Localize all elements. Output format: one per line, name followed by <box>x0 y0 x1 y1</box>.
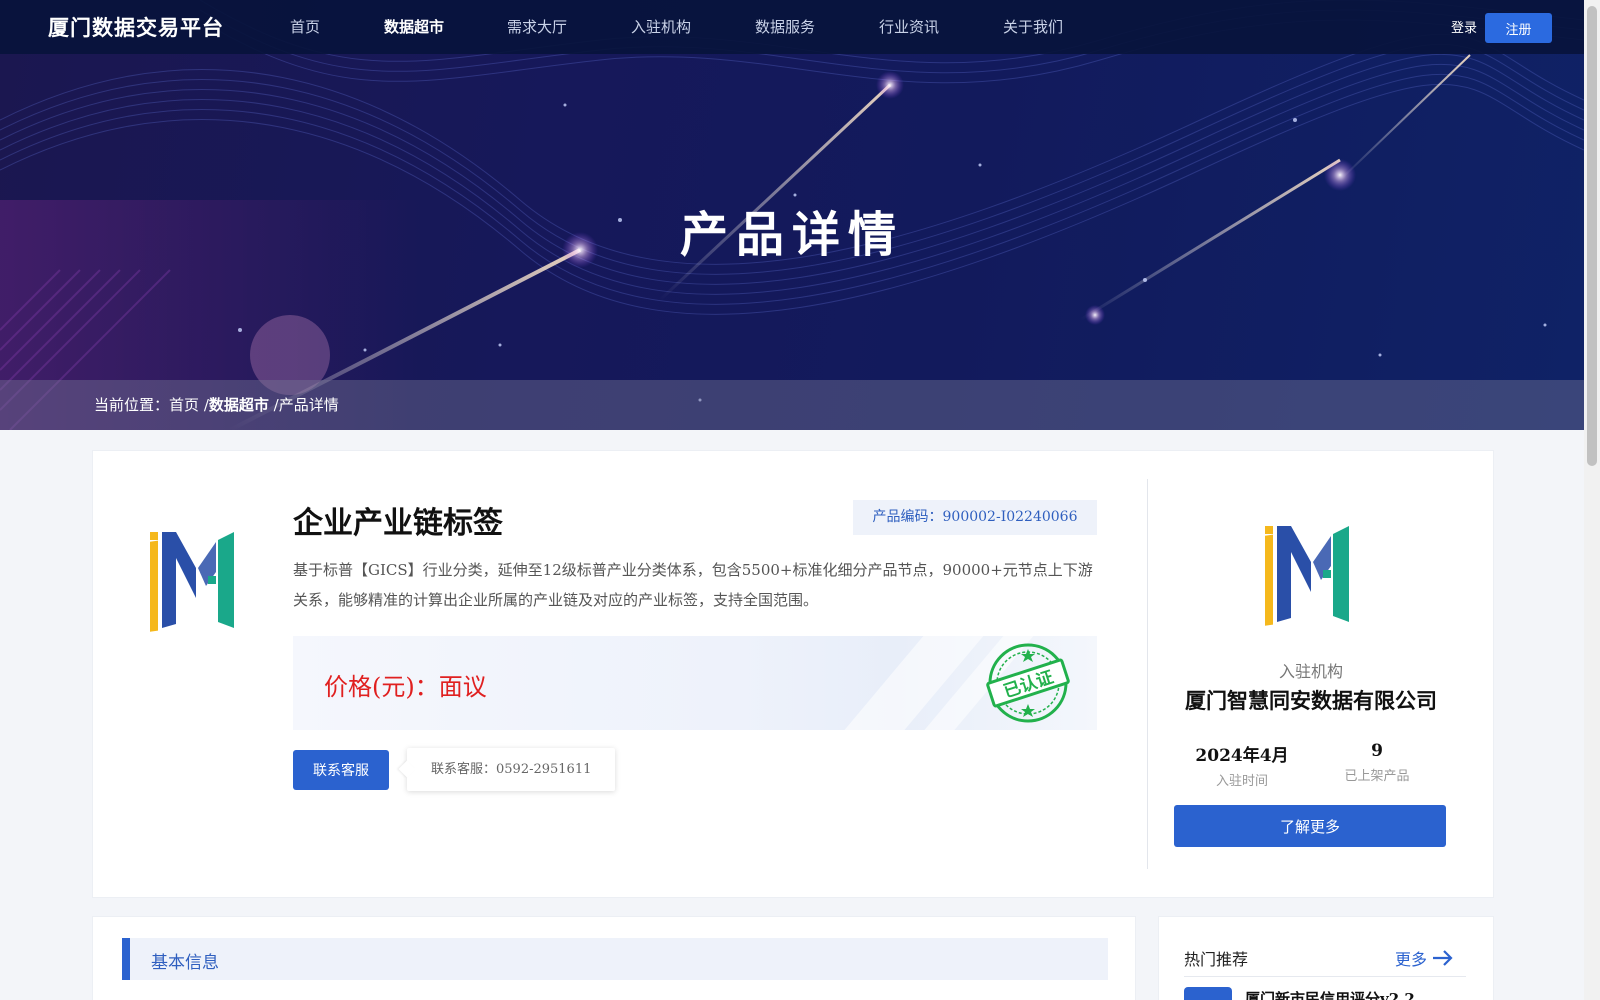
breadcrumb-section[interactable]: 数据超市 <box>209 396 269 414</box>
site-logo[interactable]: 厦门数据交易平台 <box>48 12 224 42</box>
nav-item-home[interactable]: 首页 <box>290 16 320 37</box>
nav-item-data-market[interactable]: 数据超市 <box>384 16 444 37</box>
hot-item-title[interactable]: 厦门新市民信用评分v2.2 <box>1245 988 1415 1000</box>
org-products-stat: 9 已上架产品 <box>1307 741 1447 784</box>
basic-info-title: 基本信息 <box>151 953 219 973</box>
join-date-value: 2024年4月 <box>1195 746 1289 766</box>
hot-more-link[interactable]: 更多 <box>1395 946 1427 970</box>
register-button[interactable]: 注册 <box>1485 13 1552 43</box>
contact-service-button[interactable]: 联系客服 <box>293 750 389 790</box>
banner-title: 产品详情 <box>679 207 904 263</box>
hot-divider <box>1184 976 1466 977</box>
products-count-label: 已上架产品 <box>1344 769 1410 784</box>
join-date-label: 入驻时间 <box>1215 774 1268 789</box>
page-scrollbar[interactable] <box>1584 0 1600 1000</box>
org-join-date-stat: 2024年4月 入驻时间 <box>1172 741 1312 789</box>
hero-banner: 产品详情 当前位置：首页 /数据超市 /产品详情 <box>0 0 1584 430</box>
learn-more-button[interactable]: 了解更多 <box>1174 805 1446 847</box>
products-count-value: 9 <box>1371 741 1383 761</box>
breadcrumb-home[interactable]: 首页 <box>169 396 199 414</box>
nav-item-about-us[interactable]: 关于我们 <box>1003 16 1063 37</box>
breadcrumb-bar: 当前位置：首页 /数据超市 /产品详情 <box>0 380 1584 430</box>
hot-item-thumbnail[interactable] <box>1184 987 1232 1000</box>
nav-item-institutions[interactable]: 入驻机构 <box>631 16 691 37</box>
hot-recommend-title: 热门推荐 <box>1184 950 1249 969</box>
top-navigation-bar: 厦门数据交易平台 首页 数据超市 需求大厅 入驻机构 数据服务 行业资讯 关于我… <box>0 0 1584 54</box>
contact-phone-tooltip: 联系客服：0592-2951611 <box>407 748 615 791</box>
product-code-badge: 产品编码：900002-I02240066 <box>853 500 1097 535</box>
breadcrumb: 当前位置：首页 /数据超市 /产品详情 <box>94 394 339 415</box>
breadcrumb-current: 产品详情 <box>278 396 339 414</box>
product-logo-icon <box>150 532 234 632</box>
breadcrumb-prefix: 当前位置： <box>94 396 170 414</box>
org-name[interactable]: 厦门智慧同安数据有限公司 <box>1148 685 1474 715</box>
product-description: 基于标普【GICS】行业分类，延伸至12级标普产业分类体系，包含5500+标准化… <box>293 561 1093 609</box>
org-logo-icon <box>1265 526 1349 626</box>
basic-info-header: 基本信息 <box>122 938 1108 980</box>
price-text: 价格(元)：面议 <box>324 673 487 701</box>
nav-item-demand-hall[interactable]: 需求大厅 <box>507 16 567 37</box>
product-title: 企业产业链标签 <box>293 506 503 541</box>
login-link[interactable]: 登录 <box>1451 17 1477 36</box>
scrollbar-thumb[interactable] <box>1587 6 1597 466</box>
nav-item-industry-news[interactable]: 行业资讯 <box>879 16 939 37</box>
arrow-right-icon[interactable] <box>1432 950 1454 966</box>
verified-stamp-icon: 已认证 <box>986 643 1070 723</box>
org-label: 入驻机构 <box>1278 662 1343 681</box>
nav-item-data-services[interactable]: 数据服务 <box>755 16 815 37</box>
price-panel: 价格(元)：面议 已认证 <box>293 636 1097 730</box>
